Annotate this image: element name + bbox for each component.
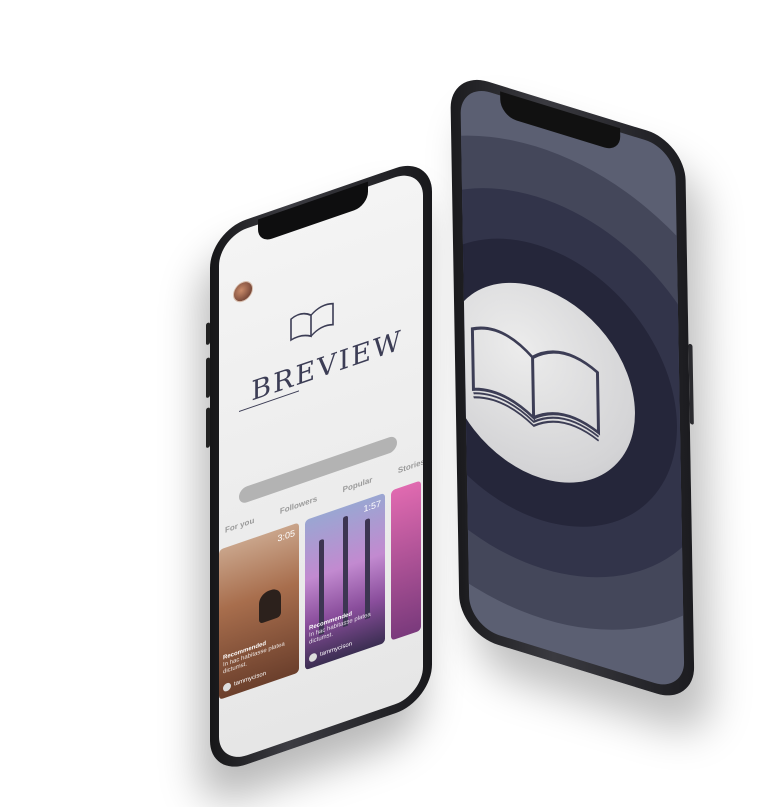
card-figure: [259, 586, 281, 625]
video-card[interactable]: 3:05 Recommended In hac habitasse platea…: [219, 522, 299, 700]
open-book-icon: [470, 326, 601, 442]
tab-popular[interactable]: Popular: [343, 475, 373, 494]
avatar[interactable]: [233, 278, 253, 306]
card-caption: Recommended In hac habitasse platea dict…: [223, 631, 295, 677]
card-minaret: [343, 515, 348, 628]
tab-followers[interactable]: Followers: [280, 494, 317, 516]
back-phone-side-button: [688, 343, 694, 426]
author-name: tammycison: [320, 641, 353, 659]
video-duration: 3:05: [277, 527, 295, 544]
back-phone: [450, 70, 695, 706]
author-avatar: [309, 652, 317, 663]
video-card[interactable]: 1:57 Recommended In hac habitasse platea…: [305, 492, 385, 671]
open-book-icon: [290, 302, 334, 342]
video-card-partial[interactable]: [391, 480, 421, 641]
video-card-list: 3:05 Recommended In hac habitasse platea…: [219, 467, 423, 730]
video-duration: 1:57: [363, 498, 381, 515]
front-phone: BREVIEW For you Followers Popular Storie…: [206, 155, 432, 777]
tab-for-you[interactable]: For you: [225, 516, 254, 535]
front-phone-screen: BREVIEW For you Followers Popular Storie…: [219, 167, 423, 765]
phone-mockup-scene: BREVIEW For you Followers Popular Storie…: [0, 0, 763, 807]
author-avatar: [223, 681, 231, 693]
brand-wordmark: BREVIEW: [251, 324, 403, 408]
volume-down-button: [206, 407, 210, 449]
volume-up-button: [206, 357, 210, 399]
back-phone-screen: [460, 83, 685, 693]
tab-stories[interactable]: Stories: [398, 457, 423, 475]
mute-switch: [206, 322, 210, 346]
author-name: tammycison: [234, 670, 267, 688]
